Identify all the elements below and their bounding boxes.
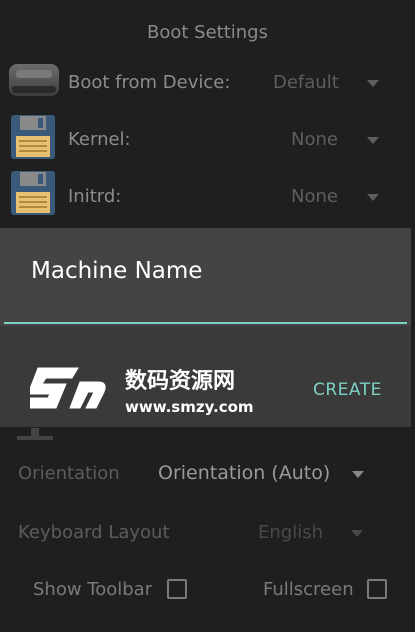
input-underline (4, 322, 407, 324)
display-icon (13, 427, 57, 446)
floppy-disk-icon (10, 114, 56, 164)
keyboard-layout-label: Keyboard Layout (18, 522, 170, 543)
initrd-label: Initrd: (68, 186, 122, 207)
show-toolbar-label: Show Toolbar (33, 579, 153, 600)
floppy-disk-icon (10, 170, 56, 220)
keyboard-layout-select[interactable]: English (258, 522, 323, 543)
orientation-label: Orientation (18, 463, 120, 484)
svg-text:数码资源网: 数码资源网 (125, 368, 235, 394)
fullscreen-checkbox[interactable] (367, 579, 387, 599)
initrd-select[interactable]: None (291, 186, 338, 207)
fullscreen-label: Fullscreen (263, 579, 354, 600)
chevron-down-icon[interactable] (367, 137, 379, 144)
create-button[interactable]: CREATE (313, 380, 382, 400)
section-title: Boot Settings (147, 22, 268, 43)
chevron-down-icon[interactable] (351, 530, 363, 537)
kernel-select[interactable]: None (291, 129, 338, 150)
hard-drive-icon (8, 62, 60, 102)
watermark-logo: 数码资源网 www.smzy.com (19, 360, 290, 420)
chevron-down-icon[interactable] (352, 471, 364, 478)
svg-text:www.smzy.com: www.smzy.com (125, 398, 254, 416)
orientation-select[interactable]: Orientation (Auto) (158, 462, 330, 484)
show-toolbar-checkbox[interactable] (167, 579, 187, 599)
chevron-down-icon[interactable] (367, 80, 379, 87)
boot-device-select[interactable]: Default (273, 72, 339, 93)
chevron-down-icon[interactable] (367, 194, 379, 201)
boot-device-label: Boot from Device: (68, 72, 231, 93)
dialog-title: Machine Name (31, 258, 203, 284)
kernel-label: Kernel: (68, 129, 131, 150)
